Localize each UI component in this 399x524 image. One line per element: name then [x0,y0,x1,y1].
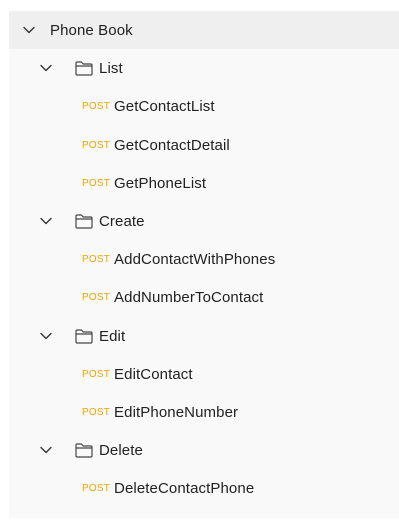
folder-delete[interactable]: Delete [9,431,399,469]
request-get-phone-list[interactable]: POST GetPhoneList [9,164,399,202]
method-badge: POST [82,139,111,151]
folder-name: Edit [99,327,126,345]
chevron-down-icon[interactable] [39,61,53,75]
request-get-contact-detail[interactable]: POST GetContactDetail [9,126,399,164]
folder-icon [75,442,93,458]
collection-name: Phone Book [50,21,133,39]
folder-name: Delete [99,441,143,459]
folder-icon [75,213,93,229]
method-badge: POST [82,406,111,418]
request-name: AddNumberToContact [114,288,264,306]
chevron-down-icon[interactable] [39,214,53,228]
method-badge: POST [82,291,111,303]
folder-list[interactable]: List [9,49,399,87]
folder-name: List [99,59,123,77]
method-badge: POST [82,100,111,112]
method-badge: POST [82,253,111,265]
request-name: EditPhoneNumber [114,403,239,421]
folder-icon [75,60,93,76]
chevron-down-icon[interactable] [39,443,53,457]
collection-phone-book[interactable]: Phone Book [9,11,399,49]
collection-sidebar: Phone Book List POST GetContactList POST… [9,11,399,518]
request-name: EditContact [114,365,193,383]
folder-icon [75,328,93,344]
request-name: AddContactWithPhones [114,250,276,268]
folder-edit[interactable]: Edit [9,317,399,355]
request-edit-phone-number[interactable]: POST EditPhoneNumber [9,393,399,431]
request-name: GetPhoneList [114,174,207,192]
request-name: GetContactDetail [114,136,230,154]
method-badge: POST [82,368,111,380]
folder-create[interactable]: Create [9,202,399,240]
folder-name: Create [99,212,145,230]
request-add-number-to-contact[interactable]: POST AddNumberToContact [9,278,399,316]
request-get-contact-list[interactable]: POST GetContactList [9,87,399,125]
request-name: DeleteContactPhone [114,479,255,497]
request-edit-contact[interactable]: POST EditContact [9,355,399,393]
request-name: GetContactList [114,97,215,115]
request-delete-contact-phone[interactable]: POST DeleteContactPhone [9,469,399,507]
method-badge: POST [82,482,111,494]
request-add-contact-with-phones[interactable]: POST AddContactWithPhones [9,240,399,278]
chevron-down-icon[interactable] [39,329,53,343]
chevron-down-icon[interactable] [22,23,36,37]
method-badge: POST [82,177,111,189]
